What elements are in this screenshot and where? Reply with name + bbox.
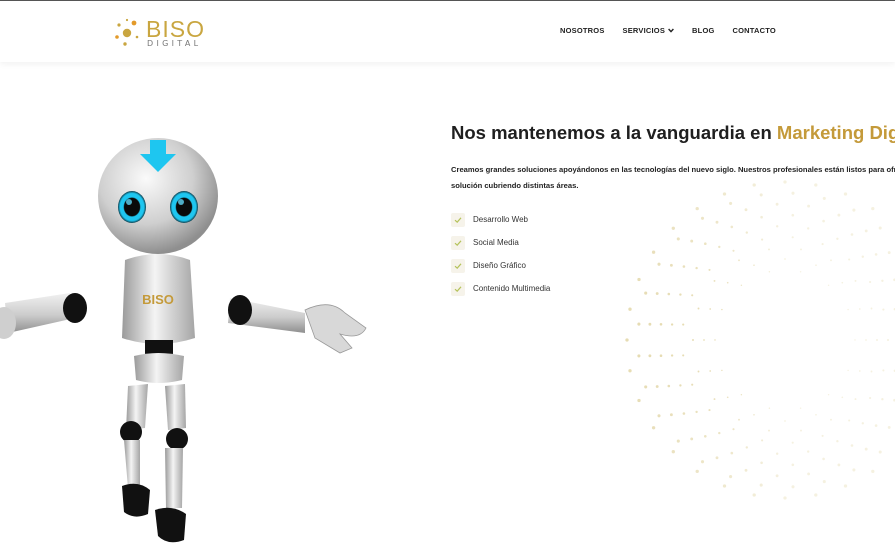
logo-dots-icon [115, 18, 139, 46]
nav-item-servicios-label: SERVICIOS [622, 26, 666, 35]
site-header: BISO DIGITAL NOSOTROS SERVICIOS BLOG CON… [0, 0, 895, 62]
hero-description-line-1: Creamos grandes soluciones apoyándonos e… [451, 165, 895, 174]
check-icon [451, 235, 465, 250]
main-nav: NOSOTROS SERVICIOS BLOG CONTACTO [560, 26, 794, 35]
feature-label: Desarrollo Web [473, 215, 528, 224]
hero-title-accent: Marketing Digital [776, 122, 895, 143]
biso-digital-logo[interactable]: BISO DIGITAL [113, 15, 213, 49]
nav-item-blog[interactable]: BLOG [692, 26, 714, 35]
features-list: Desarrollo Web Social Media Diseño Gráfi… [451, 208, 895, 300]
list-item: Social Media [451, 231, 895, 254]
hero-title: Nos mantenemos a la vanguardia en Market… [451, 118, 895, 148]
robot-chest-label: BISO [142, 292, 174, 307]
chevron-down-icon [668, 28, 674, 33]
nav-item-servicios[interactable]: SERVICIOS [623, 26, 675, 35]
robot-illustration: BISO [0, 138, 367, 543]
list-item: Desarrollo Web [451, 208, 895, 231]
feature-label: Social Media [473, 238, 519, 247]
nav-item-contacto[interactable]: CONTACTO [733, 26, 776, 35]
logo-subtitle: DIGITAL [147, 39, 202, 48]
check-icon [451, 212, 465, 227]
nav-item-nosotros[interactable]: NOSOTROS [560, 26, 605, 35]
check-icon [451, 258, 465, 273]
feature-label: Contenido Multimedia [473, 284, 551, 293]
hero-description-line-2: solución cubriendo distintas áreas. [451, 181, 579, 190]
hero-content: Nos mantenemos a la vanguardia en Market… [451, 118, 895, 300]
check-icon [451, 281, 465, 296]
list-item: Diseño Gráfico [451, 254, 895, 277]
hero-title-prefix: Nos mantenemos a la vanguardia en [451, 122, 777, 143]
hero-description: Creamos grandes soluciones apoyándonos e… [451, 162, 895, 194]
logo-wordmark: BISO [146, 16, 205, 42]
list-item: Contenido Multimedia [451, 277, 895, 300]
feature-label: Diseño Gráfico [473, 261, 526, 270]
